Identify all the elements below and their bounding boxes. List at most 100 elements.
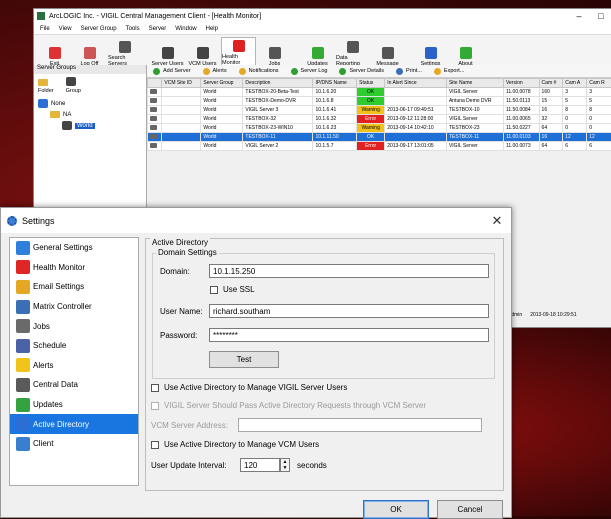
toolbar-updates-button[interactable]: Updates bbox=[301, 39, 334, 67]
menu-item-server-group[interactable]: Server Group bbox=[81, 26, 117, 32]
toolbar-about-button[interactable]: About bbox=[449, 39, 482, 67]
column-header[interactable]: VCM Site ID bbox=[162, 79, 201, 88]
settings-nav-client[interactable]: Client bbox=[10, 434, 138, 454]
settings-nav-active-directory[interactable]: Active Directory bbox=[10, 414, 138, 434]
ok-button[interactable]: OK bbox=[363, 500, 429, 519]
table-row[interactable]: WorldVIGIL Server 310.1.6.41Warning2013-… bbox=[148, 106, 611, 115]
health-monitor-icon bbox=[233, 40, 245, 52]
group-tool-button[interactable]: Group bbox=[66, 77, 81, 94]
tree-item-label: World bbox=[75, 123, 95, 129]
toolbar-jobs-button[interactable]: Jobs bbox=[258, 39, 291, 67]
minimize-icon[interactable]: – bbox=[568, 11, 590, 21]
menu-item-window[interactable]: Window bbox=[175, 26, 196, 32]
action-notifications-button[interactable]: Notifications bbox=[239, 68, 279, 75]
server-users-icon bbox=[162, 47, 174, 59]
toolbar-vcm-users-button[interactable]: VCM Users bbox=[186, 39, 219, 67]
settings-nav-alerts[interactable]: Alerts bbox=[10, 356, 138, 376]
cell-c1: 32 bbox=[539, 115, 563, 124]
column-header[interactable]: Cam # bbox=[539, 79, 563, 88]
settings-nav-general-settings[interactable]: General Settings bbox=[10, 238, 138, 258]
cell-c1: 16 bbox=[539, 106, 563, 115]
close-icon[interactable]: ✕ bbox=[483, 213, 511, 229]
cell-ver: 11.00.0065 bbox=[503, 115, 539, 124]
table-row[interactable]: WorldTESTBOX-20-Beta-Test10.1.6.20OKVIGI… bbox=[148, 88, 611, 97]
toolbar-settings-button[interactable]: Settings bbox=[414, 39, 447, 67]
active-directory-group-title: Active Directory bbox=[150, 238, 210, 247]
action-export-button[interactable]: Export... bbox=[434, 68, 464, 75]
menu-item-help[interactable]: Help bbox=[206, 26, 218, 32]
row-icon-cell bbox=[148, 97, 162, 106]
table-row[interactable]: WorldTESTBOX-23-WIN1010.1.6.23Warning201… bbox=[148, 124, 611, 133]
toolbar-exit-button[interactable]: Exit bbox=[38, 39, 71, 67]
search-servers-icon bbox=[119, 41, 131, 53]
vcm-address-input[interactable] bbox=[238, 418, 482, 432]
toolbar-message-button[interactable]: Message bbox=[371, 39, 404, 67]
table-row[interactable]: WorldTESTBOX-3210.1.6.32Error2013-09-12 … bbox=[148, 115, 611, 124]
cell-c2: 0 bbox=[563, 124, 587, 133]
toolbar-search-servers-button[interactable]: Search Servers bbox=[108, 39, 141, 67]
settings-nav-email-settings[interactable]: Email Settings bbox=[10, 277, 138, 297]
table-row[interactable]: WorldTESTBOX-Demo-DVR10.1.6.8OKAntuna De… bbox=[148, 97, 611, 106]
vcm-users-icon bbox=[197, 47, 209, 59]
server-details-icon bbox=[339, 68, 346, 75]
row-icon-cell bbox=[148, 124, 162, 133]
menu-item-server[interactable]: Server bbox=[149, 26, 167, 32]
cell-ip: 10.1.11.50 bbox=[313, 133, 357, 142]
column-header[interactable]: IP/DNS Name bbox=[313, 79, 357, 88]
settings-nav-jobs[interactable]: Jobs bbox=[10, 316, 138, 336]
folder-icon bbox=[38, 79, 48, 86]
menu-item-file[interactable]: File bbox=[40, 26, 50, 32]
cell-status: Error bbox=[357, 142, 385, 151]
toolbar-log-off-button[interactable]: Log Off bbox=[73, 39, 106, 67]
password-input[interactable]: ******** bbox=[209, 328, 489, 342]
action-alerts-button[interactable]: Alerts bbox=[203, 68, 227, 75]
test-button[interactable]: Test bbox=[209, 351, 279, 368]
column-header[interactable]: Description bbox=[243, 79, 313, 88]
column-header[interactable]: Status bbox=[357, 79, 385, 88]
toolbar-health-monitor-button[interactable]: Health Monitor bbox=[221, 37, 256, 67]
column-header[interactable]: In Alert Since bbox=[385, 79, 447, 88]
action-server-details-button[interactable]: Server Details bbox=[339, 68, 384, 75]
toolbar-data-reporting-button[interactable]: Data Reporting bbox=[336, 39, 369, 67]
cell-site: VIGIL Server bbox=[446, 88, 503, 97]
tree-root[interactable]: None bbox=[38, 98, 146, 109]
username-input[interactable]: richard.southam bbox=[209, 304, 489, 318]
settings-nav-updates[interactable]: Updates bbox=[10, 395, 138, 415]
cell-ip: 10.1.6.23 bbox=[313, 124, 357, 133]
settings-nav-central-data[interactable]: Central Data bbox=[10, 375, 138, 395]
settings-nav-matrix-controller[interactable]: Matrix Controller bbox=[10, 297, 138, 317]
cell-group: World bbox=[201, 133, 243, 142]
update-interval-unit: seconds bbox=[297, 461, 327, 470]
update-interval-input[interactable]: 120 bbox=[240, 458, 280, 472]
table-row[interactable]: WorldTESTBOX-1110.1.11.50OKTESTBOX-1111.… bbox=[148, 133, 611, 142]
maximize-icon[interactable]: □ bbox=[590, 11, 611, 21]
tree-item-world[interactable]: World bbox=[38, 120, 146, 131]
column-header[interactable]: Site Name bbox=[446, 79, 503, 88]
pass-requests-checkbox[interactable] bbox=[151, 402, 159, 410]
column-header[interactable]: Server Group bbox=[201, 79, 243, 88]
stepper-down-icon[interactable]: ▼ bbox=[283, 465, 288, 471]
folder-tool-button[interactable]: Folder bbox=[38, 79, 54, 94]
use-ssl-checkbox[interactable] bbox=[210, 286, 218, 294]
manage-vcm-users-checkbox[interactable] bbox=[151, 441, 159, 449]
toolbar-server-users-button[interactable]: Server Users bbox=[151, 39, 184, 67]
tree-item-na[interactable]: NA bbox=[38, 109, 146, 120]
settings-nav-health-monitor[interactable]: Health Monitor bbox=[10, 258, 138, 278]
column-header[interactable]: Cam A bbox=[563, 79, 587, 88]
cell-c3: 0 bbox=[587, 115, 611, 124]
domain-input[interactable]: 10.1.15.250 bbox=[209, 264, 489, 278]
column-header[interactable]: Cam R bbox=[587, 79, 611, 88]
update-interval-stepper[interactable]: ▲▼ bbox=[280, 458, 290, 472]
database-icon bbox=[16, 378, 30, 392]
cancel-button[interactable]: Cancel bbox=[437, 500, 503, 519]
menu-item-tools[interactable]: Tools bbox=[126, 26, 140, 32]
action-add-server-button[interactable]: Add Server bbox=[153, 68, 191, 75]
gear-icon bbox=[16, 241, 30, 255]
action-server-log-button[interactable]: Server Log bbox=[291, 68, 328, 75]
action-print-button[interactable]: Print... bbox=[396, 68, 422, 75]
manage-vigil-users-checkbox[interactable] bbox=[151, 384, 159, 392]
table-row[interactable]: WorldVIGIL Server 210.1.5.7Error2013-09-… bbox=[148, 142, 611, 151]
menu-item-view[interactable]: View bbox=[59, 26, 72, 32]
settings-nav-schedule[interactable]: Schedule bbox=[10, 336, 138, 356]
column-header[interactable]: Version bbox=[503, 79, 539, 88]
